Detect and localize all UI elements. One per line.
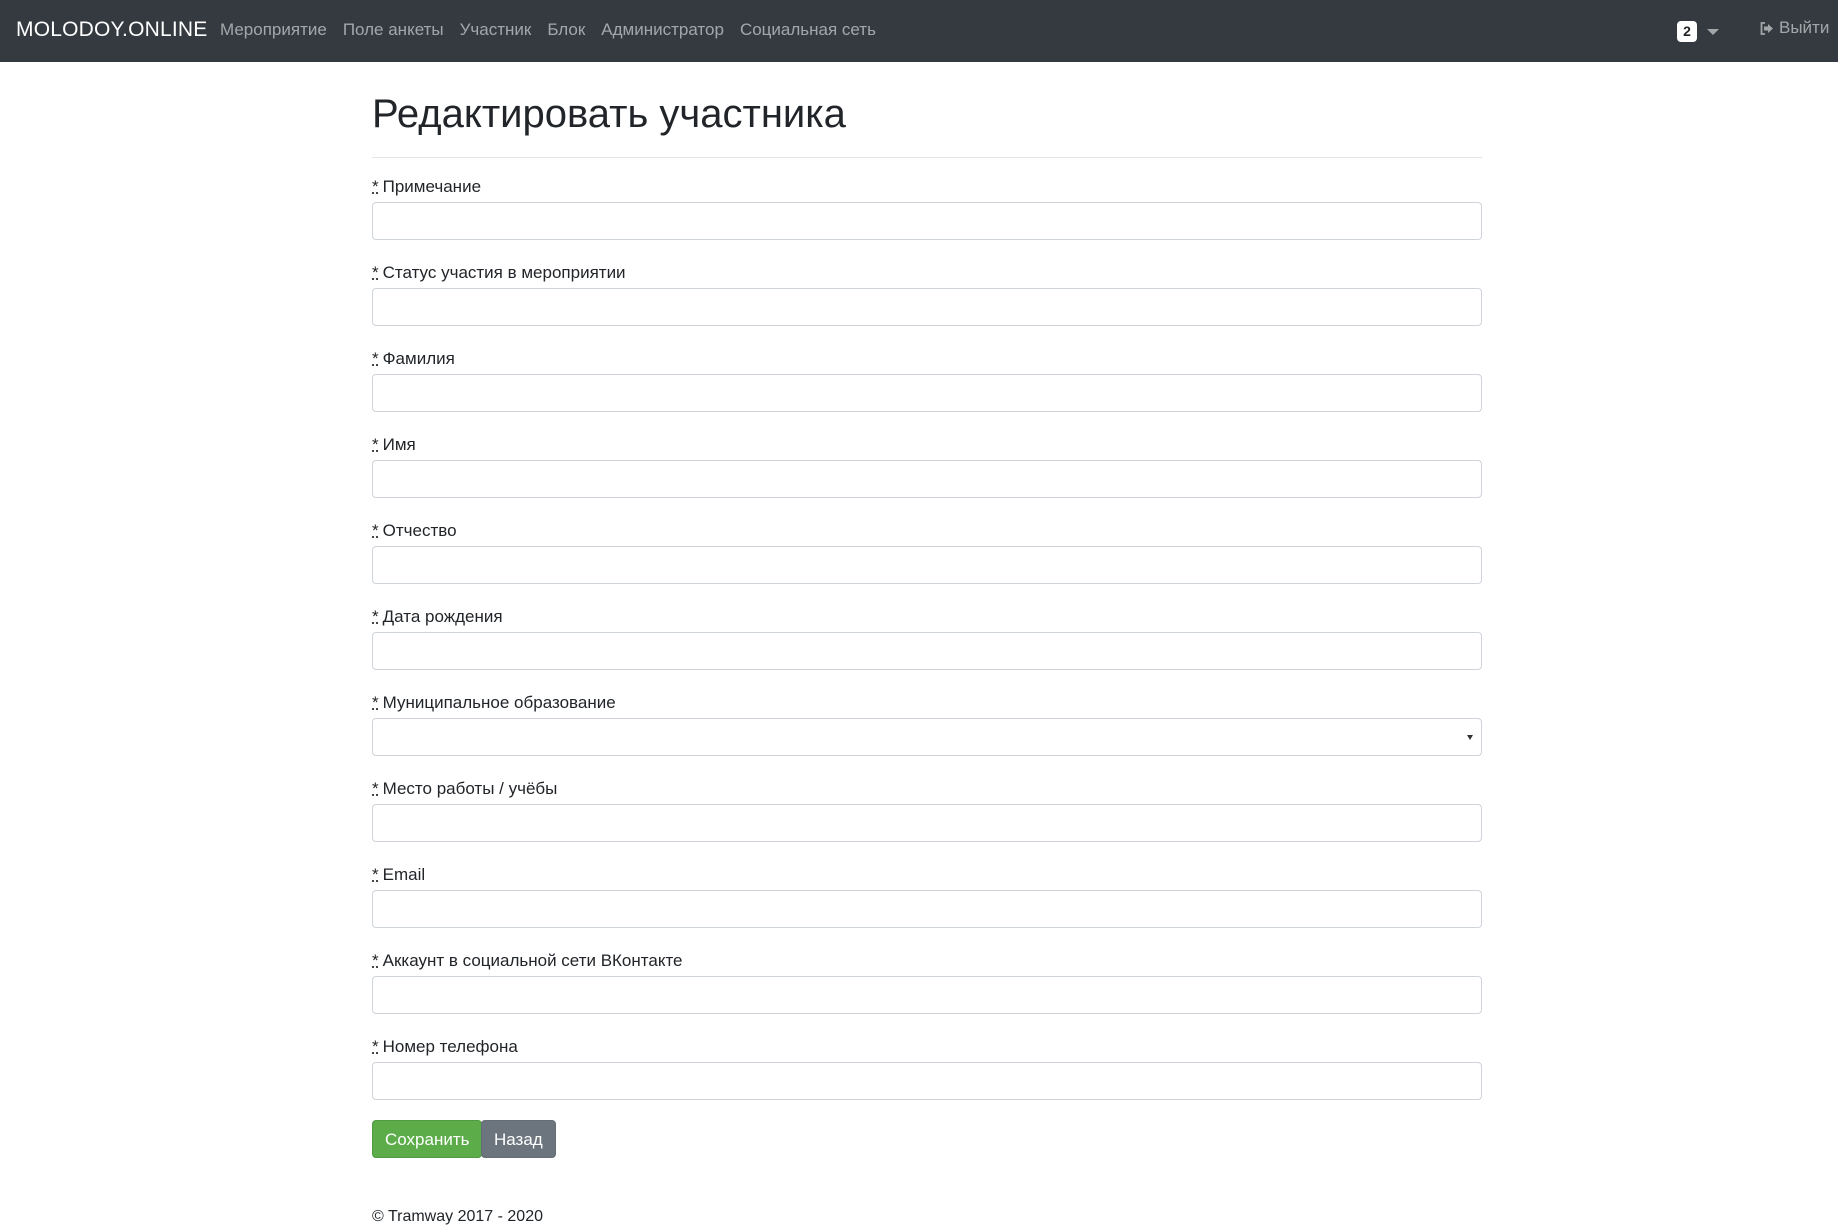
field-birth-date: * Дата рождения [372,607,1482,670]
notification-badge: 2 [1677,21,1697,42]
field-label-text: Дата рождения [382,607,503,626]
required-mark: * [372,693,379,712]
notifications-dropdown[interactable]: 2 [1677,21,1719,42]
select-arrow-icon [1467,735,1473,740]
field-first-name: * Имя [372,435,1482,498]
back-button[interactable]: Назад [481,1120,556,1158]
required-mark: * [372,951,379,970]
title-divider [372,157,1482,158]
field-label-text: Номер телефона [382,1037,518,1056]
required-mark: * [372,435,379,454]
field-label: * Фамилия [372,349,1482,369]
workplace-input[interactable] [372,804,1482,842]
brand-logo[interactable]: MOLODOY.ONLINE [16,18,207,42]
patronymic-input[interactable] [372,546,1482,584]
required-mark: * [372,607,379,626]
field-last-name: * Фамилия [372,349,1482,412]
first-name-input[interactable] [372,460,1482,498]
field-label: * Номер телефона [372,1037,1482,1057]
required-mark: * [372,177,379,196]
required-mark: * [372,349,379,368]
field-label: * Статус участия в мероприятии [372,263,1482,283]
field-label: * Примечание [372,177,1482,197]
field-label-text: Примечание [382,177,482,196]
email-input[interactable] [372,890,1482,928]
vk-account-input[interactable] [372,976,1482,1014]
field-label-text: Место работы / учёбы [382,779,558,798]
nav-link-participant[interactable]: Участник [452,20,540,40]
field-email: * Email [372,865,1482,928]
required-mark: * [372,263,379,282]
caret-down-icon [1707,28,1719,35]
logout-link[interactable]: Выйти [1760,18,1829,38]
field-label-text: Отчество [382,521,457,540]
footer-copyright: © Tramway 2017 - 2020 [372,1208,543,1225]
save-button[interactable]: Сохранить [372,1120,483,1158]
logout-label: Выйти [1779,18,1830,37]
field-label: * Место работы / учёбы [372,779,1482,799]
phone-input[interactable] [372,1062,1482,1100]
last-name-input[interactable] [372,374,1482,412]
field-label-text: Муниципальное образование [382,693,616,712]
field-label: * Email [372,865,1482,885]
field-label-text: Email [382,865,426,884]
top-navbar: MOLODOY.ONLINE Мероприятие Поле анкеты У… [0,0,1838,62]
page-title: Редактировать участника [372,92,846,136]
field-workplace: * Место работы / учёбы [372,779,1482,842]
birth-date-input[interactable] [372,632,1482,670]
field-label-text: Статус участия в мероприятии [382,263,626,282]
municipality-select[interactable] [372,718,1482,756]
field-label: * Дата рождения [372,607,1482,627]
field-label-text: Имя [382,435,416,454]
nav-link-event[interactable]: Мероприятие [204,20,335,40]
required-mark: * [372,779,379,798]
field-label: * Отчество [372,521,1482,541]
nav-link-social-network[interactable]: Социальная сеть [732,20,884,40]
field-note: * Примечание [372,177,1482,240]
required-mark: * [372,521,379,540]
nav-link-admin[interactable]: Администратор [593,20,732,40]
required-mark: * [372,865,379,884]
nav-link-form-field[interactable]: Поле анкеты [335,20,452,40]
note-input[interactable] [372,202,1482,240]
field-municipality: * Муниципальное образование [372,693,1482,756]
status-input[interactable] [372,288,1482,326]
field-phone: * Номер телефона [372,1037,1482,1100]
sign-out-icon [1760,21,1773,35]
field-label-text: Фамилия [382,349,455,368]
field-label: * Аккаунт в социальной сети ВКонтакте [372,951,1482,971]
field-label-text: Аккаунт в социальной сети ВКонтакте [382,951,683,970]
field-status: * Статус участия в мероприятии [372,263,1482,326]
field-label: * Муниципальное образование [372,693,1482,713]
nav-link-block[interactable]: Блок [539,20,593,40]
field-label: * Имя [372,435,1482,455]
field-vk-account: * Аккаунт в социальной сети ВКонтакте [372,951,1482,1014]
nav-links: Мероприятие Поле анкеты Участник Блок Ад… [204,20,884,40]
field-patronymic: * Отчество [372,521,1482,584]
required-mark: * [372,1037,379,1056]
